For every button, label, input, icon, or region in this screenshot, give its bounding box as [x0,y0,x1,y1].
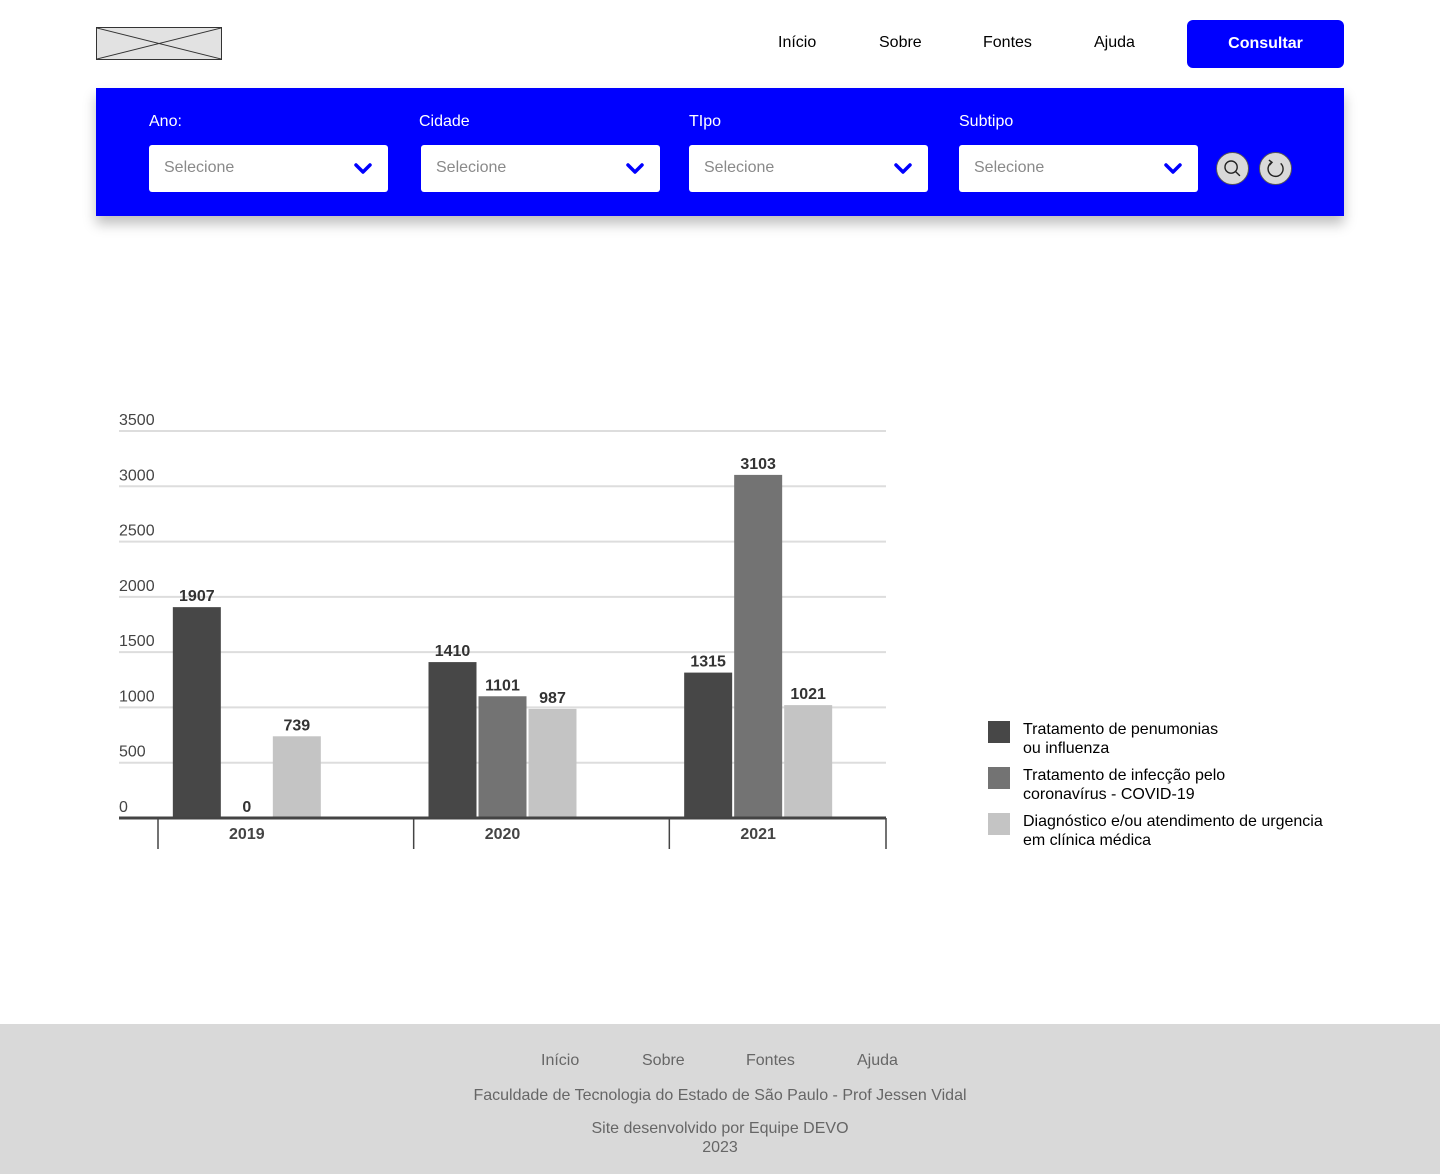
y-tick-label: 3500 [119,412,155,429]
filter-label-subtipo: Subtipo [959,113,1014,130]
bar [172,607,221,818]
consultar-button[interactable]: Consultar [1187,20,1344,68]
bar-chart: 0 500 1000 1500 2000 2500 3000 3500 1907 0 739 2019… [96,400,916,870]
search-button[interactable] [1216,152,1249,185]
footer-year: 2023 [702,1139,738,1156]
footer-nav-ajuda[interactable]: Ajuda [857,1052,898,1070]
bar-value-label: 987 [539,690,566,707]
bar [784,705,833,818]
chart-legend: Tratamento de penumonias ou influenza Tr… [988,720,1348,858]
footer-nav-sobre[interactable]: Sobre [642,1052,685,1070]
bar-value-label: 1410 [435,643,471,660]
refresh-icon [1267,159,1284,178]
bar-value-label: 1907 [179,588,215,605]
legend-swatch [988,767,1010,789]
bar-value-label: 1315 [690,654,726,671]
select-ano[interactable]: Selecione [149,145,388,192]
select-cidade[interactable]: Selecione [421,145,660,192]
filter-label-ano: Ano: [149,113,182,130]
select-cidade-value: Selecione [436,159,507,176]
filter-bar: Ano: Selecione Cidade Selecione TIpo Sel… [96,88,1344,216]
y-tick-label: 1000 [119,688,155,705]
nav-ajuda[interactable]: Ajuda [1094,34,1135,52]
bar-value-label: 739 [283,717,310,734]
legend-label: Tratamento de infecção pelo coronavírus … [1023,767,1226,803]
legend-item: Tratamento de infecção pelo coronavírus … [988,766,1348,812]
logo[interactable] [96,27,222,60]
legend-label: Diagnóstico e/ou atendimento de urgencia… [1023,813,1323,849]
filter-label-tipo: TIpo [689,113,722,130]
bar [684,672,733,818]
y-tick-label: 1500 [119,633,155,650]
legend-label: Tratamento de penumonias ou influenza [1023,721,1219,757]
bar-value-label: 3103 [740,456,776,473]
footer-institution: Faculdade de Tecnologia do Estado de São… [473,1087,967,1104]
select-subtipo[interactable]: Selecione [959,145,1198,192]
search-icon [1224,160,1241,177]
x-tick-label: 2019 [229,826,265,843]
select-tipo-value: Selecione [704,159,775,176]
y-tick-label: 3000 [119,467,155,484]
bar-value-label: 1021 [790,686,826,703]
bar [428,662,477,818]
footer-nav-fontes[interactable]: Fontes [746,1052,795,1070]
bar-value-label: 0 [242,799,251,816]
select-ano-value: Selecione [164,159,235,176]
chevron-down-icon [354,163,372,174]
bar-value-label: 1101 [485,677,520,694]
nav-sobre[interactable]: Sobre [879,34,922,52]
bar-chart-svg: 0 500 1000 1500 2000 2500 3000 3500 1907 0 739 2019… [119,412,887,849]
refresh-button[interactable] [1259,152,1292,185]
filter-label-cidade: Cidade [419,113,470,130]
y-tick-label: 0 [119,799,128,816]
nav-inicio[interactable]: Início [778,34,816,52]
select-subtipo-value: Selecione [974,159,1045,176]
legend-swatch [988,721,1010,743]
bar [272,736,321,818]
bar [478,696,527,818]
chevron-down-icon [626,163,644,174]
nav-fontes[interactable]: Fontes [983,34,1032,52]
x-tick-label: 2021 [740,826,776,843]
logo-placeholder-icon [97,28,221,59]
y-tick-label: 2500 [119,523,155,540]
y-tick-label: 500 [119,744,146,761]
footer-credits: Site desenvolvido por Equipe DEVO [591,1120,849,1137]
footer: Início Sobre Fontes Ajuda Faculdade de T… [0,1024,1440,1174]
legend-item: Diagnóstico e/ou atendimento de urgencia… [988,812,1348,858]
y-tick-label: 2000 [119,578,155,595]
header: Início Sobre Fontes Ajuda Consultar [0,0,1440,88]
footer-nav-inicio[interactable]: Início [541,1052,579,1070]
chevron-down-icon [1164,163,1182,174]
bar [528,708,577,818]
select-tipo[interactable]: Selecione [689,145,928,192]
bar [734,474,783,818]
legend-swatch [988,813,1010,835]
x-tick-label: 2020 [485,826,521,843]
legend-item: Tratamento de penumonias ou influenza [988,720,1348,766]
chevron-down-icon [894,163,912,174]
